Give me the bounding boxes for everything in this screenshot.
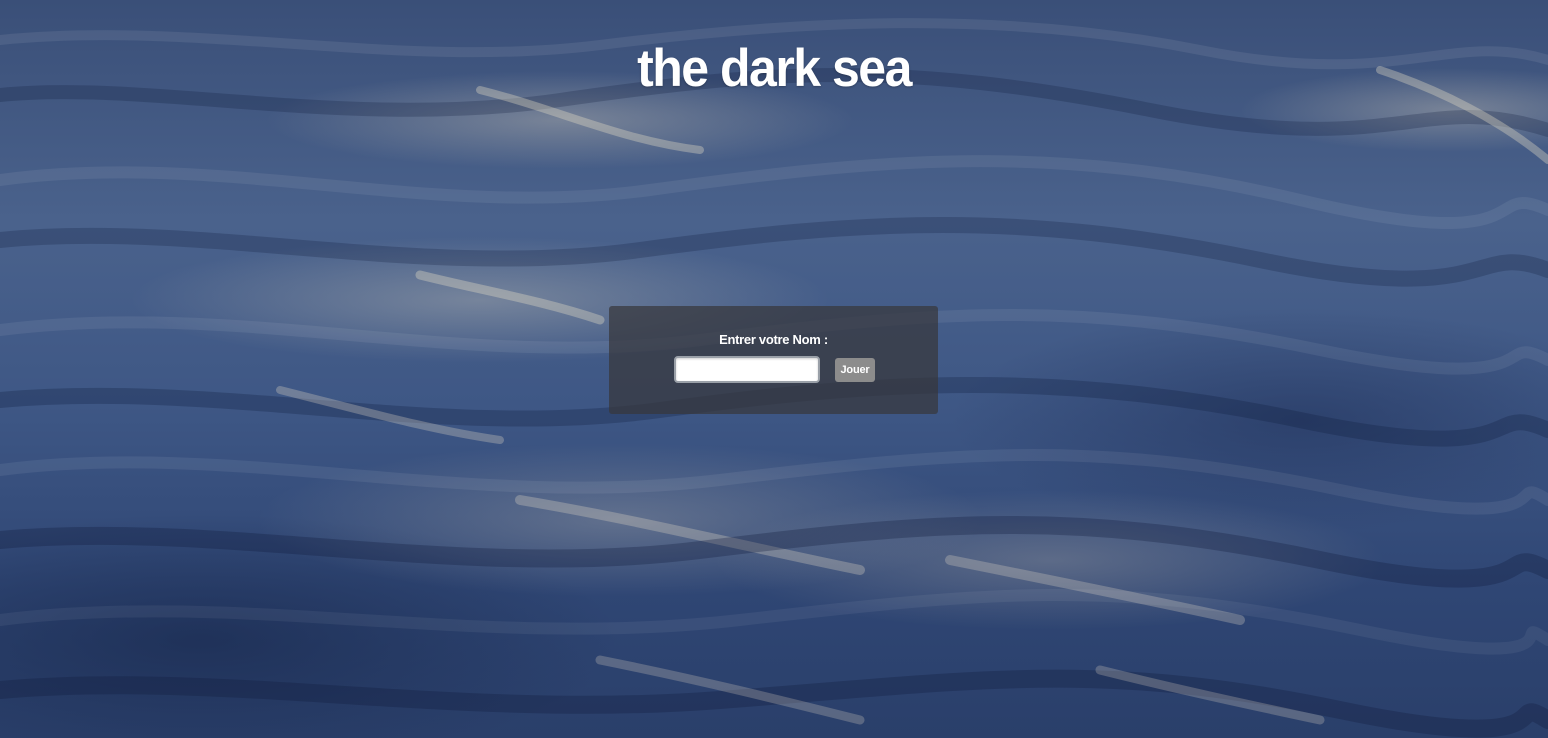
play-button[interactable]: Jouer: [835, 358, 875, 382]
name-input[interactable]: [674, 356, 820, 383]
name-label: Entrer votre Nom :: [719, 332, 828, 347]
page-title: the dark sea: [637, 38, 912, 98]
login-panel: Entrer votre Nom : Jouer: [609, 306, 938, 414]
